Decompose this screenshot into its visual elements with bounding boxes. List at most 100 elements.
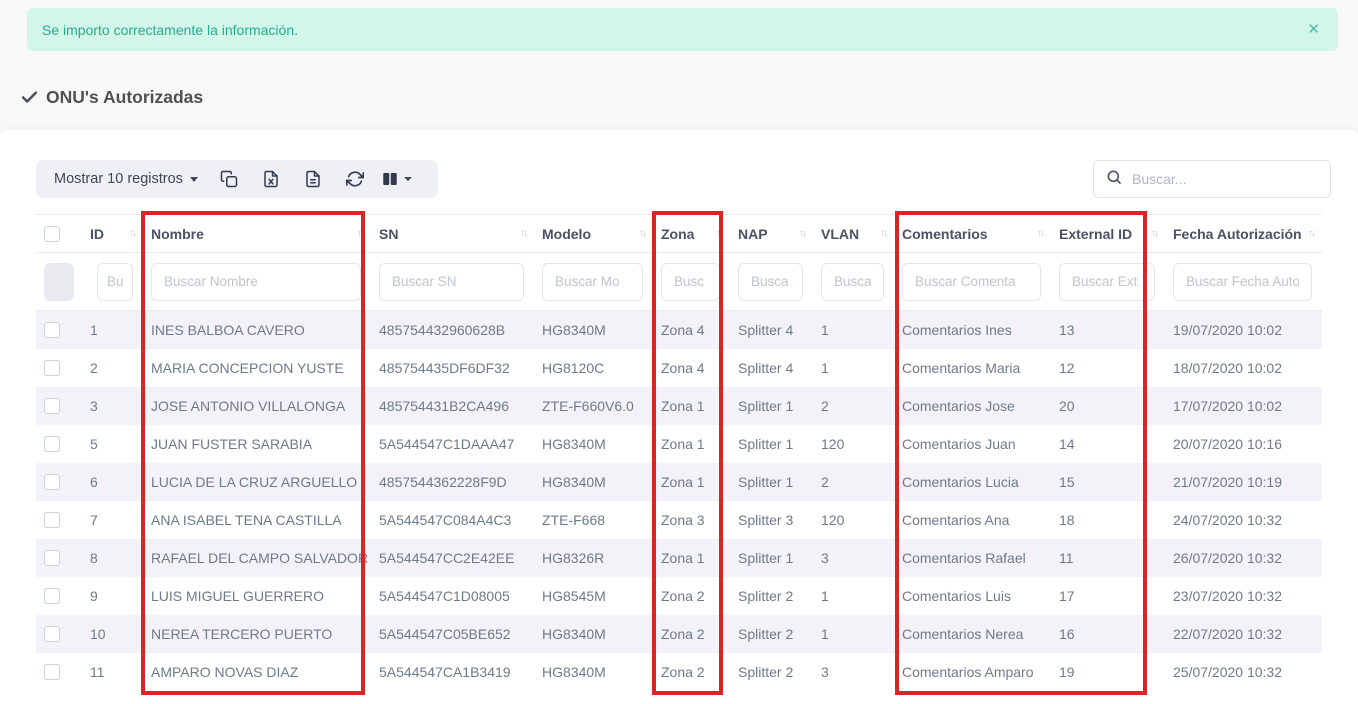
cell-modelo: HG8545M bbox=[534, 577, 653, 615]
column-header-sn[interactable]: SN↑↓ bbox=[371, 215, 534, 253]
cell-nombre: NEREA TERCERO PUERTO bbox=[143, 615, 371, 653]
column-header-zona[interactable]: Zona↑↓ bbox=[653, 215, 730, 253]
select-all-checkbox[interactable] bbox=[44, 226, 60, 242]
cell-external_id: 19 bbox=[1051, 653, 1165, 691]
success-alert: Se importo correctamente la información.… bbox=[27, 8, 1338, 51]
copy-button[interactable] bbox=[208, 160, 250, 198]
row-checkbox[interactable] bbox=[44, 474, 60, 490]
cell-vlan: 2 bbox=[813, 463, 894, 501]
cell-id: 8 bbox=[76, 539, 143, 577]
filter-input-vlan[interactable] bbox=[821, 263, 884, 301]
cell-zona: Zona 3 bbox=[653, 501, 730, 539]
filter-checkbox-cell bbox=[36, 253, 76, 311]
header-row: ID↑↓Nombre↑↓SN↑↓Modelo↑↓Zona↑↓NAP↑↓VLAN↑… bbox=[36, 215, 1322, 253]
sort-icon: ↑↓ bbox=[129, 228, 135, 239]
export-file-button[interactable] bbox=[292, 160, 334, 198]
row-checkbox[interactable] bbox=[44, 436, 60, 452]
cell-vlan: 1 bbox=[813, 349, 894, 387]
sort-icon: ↑↓ bbox=[357, 228, 363, 239]
sort-icon: ↑↓ bbox=[639, 228, 645, 239]
cell-fecha_autorizacion: 18/07/2020 10:02 bbox=[1165, 349, 1322, 387]
filter-input-comentarios[interactable] bbox=[902, 263, 1041, 301]
column-header-modelo[interactable]: Modelo↑↓ bbox=[534, 215, 653, 253]
sort-icon: ↑↓ bbox=[1308, 228, 1314, 239]
cell-modelo: HG8340M bbox=[534, 463, 653, 501]
sort-icon: ↑↓ bbox=[1037, 228, 1043, 239]
refresh-button[interactable] bbox=[334, 160, 376, 198]
cell-fecha_autorizacion: 22/07/2020 10:32 bbox=[1165, 615, 1322, 653]
cell-vlan: 3 bbox=[813, 539, 894, 577]
cell-external_id: 12 bbox=[1051, 349, 1165, 387]
select-all-header-cell bbox=[36, 215, 76, 253]
cell-nap: Splitter 1 bbox=[730, 387, 813, 425]
cell-id: 5 bbox=[76, 425, 143, 463]
filter-input-id[interactable] bbox=[97, 263, 133, 301]
cell-nombre: MARIA CONCEPCION YUSTE bbox=[143, 349, 371, 387]
cell-nap: Splitter 1 bbox=[730, 425, 813, 463]
filter-input-zona[interactable] bbox=[661, 263, 720, 301]
filter-input-fecha_autorizacion[interactable] bbox=[1173, 263, 1312, 301]
cell-zona: Zona 1 bbox=[653, 387, 730, 425]
cell-id: 10 bbox=[76, 615, 143, 653]
search-input[interactable] bbox=[1132, 171, 1318, 187]
cell-sn: 485754432960628B bbox=[371, 311, 534, 349]
filter-row bbox=[36, 253, 1322, 311]
row-checkbox[interactable] bbox=[44, 626, 60, 642]
cell-zona: Zona 1 bbox=[653, 463, 730, 501]
filter-input-modelo[interactable] bbox=[542, 263, 643, 301]
cell-zona: Zona 2 bbox=[653, 653, 730, 691]
sort-icon: ↑↓ bbox=[716, 228, 722, 239]
cell-comentarios: Comentarios Ines bbox=[894, 311, 1051, 349]
cell-nombre: AMPARO NOVAS DIAZ bbox=[143, 653, 371, 691]
cell-zona: Zona 1 bbox=[653, 425, 730, 463]
cell-zona: Zona 4 bbox=[653, 349, 730, 387]
alert-close-button[interactable]: ✕ bbox=[1307, 22, 1320, 37]
global-search bbox=[1093, 160, 1331, 198]
cell-modelo: ZTE-F660V6.0 bbox=[534, 387, 653, 425]
row-checkbox[interactable] bbox=[44, 360, 60, 376]
cell-zona: Zona 4 bbox=[653, 311, 730, 349]
cell-id: 11 bbox=[76, 653, 143, 691]
cell-modelo: HG8340M bbox=[534, 653, 653, 691]
cell-comentarios: Comentarios Rafael bbox=[894, 539, 1051, 577]
cell-nombre: JOSE ANTONIO VILLALONGA bbox=[143, 387, 371, 425]
cell-id: 6 bbox=[76, 463, 143, 501]
column-header-external_id[interactable]: External ID↑↓ bbox=[1051, 215, 1165, 253]
column-header-fecha_autorizacion[interactable]: Fecha Autorización↑↓ bbox=[1165, 215, 1322, 253]
column-header-vlan[interactable]: VLAN↑↓ bbox=[813, 215, 894, 253]
show-entries-dropdown[interactable]: Mostrar 10 registros bbox=[36, 160, 208, 198]
column-header-comentarios[interactable]: Comentarios↑↓ bbox=[894, 215, 1051, 253]
column-header-id[interactable]: ID↑↓ bbox=[76, 215, 143, 253]
filter-input-nombre[interactable] bbox=[151, 263, 361, 301]
row-checkbox[interactable] bbox=[44, 588, 60, 604]
row-checkbox[interactable] bbox=[44, 664, 60, 680]
page-title: ONU's Autorizadas bbox=[20, 87, 203, 108]
table-toolbar: Mostrar 10 registros bbox=[0, 130, 1358, 198]
filter-input-external_id[interactable] bbox=[1059, 263, 1155, 301]
cell-sn: 5A544547C084A4C3 bbox=[371, 501, 534, 539]
cell-modelo: HG8340M bbox=[534, 311, 653, 349]
cell-id: 9 bbox=[76, 577, 143, 615]
chevron-down-icon bbox=[404, 177, 412, 181]
row-checkbox[interactable] bbox=[44, 550, 60, 566]
column-header-nap[interactable]: NAP↑↓ bbox=[730, 215, 813, 253]
row-checkbox[interactable] bbox=[44, 322, 60, 338]
row-checkbox[interactable] bbox=[44, 398, 60, 414]
column-visibility-button[interactable] bbox=[376, 160, 418, 198]
sort-icon: ↑↓ bbox=[1151, 228, 1157, 239]
file-text-icon bbox=[304, 170, 322, 188]
table-row: 1INES BALBOA CAVERO485754432960628BHG834… bbox=[36, 311, 1322, 349]
columns-visibility-icon bbox=[381, 170, 399, 188]
cell-fecha_autorizacion: 25/07/2020 10:32 bbox=[1165, 653, 1322, 691]
filter-input-nap[interactable] bbox=[738, 263, 803, 301]
filter-checkbox-placeholder bbox=[44, 263, 74, 301]
cell-modelo: HG8120C bbox=[534, 349, 653, 387]
cell-sn: 5A544547C05BE652 bbox=[371, 615, 534, 653]
sort-icon: ↑↓ bbox=[799, 228, 805, 239]
row-checkbox[interactable] bbox=[44, 512, 60, 528]
cell-fecha_autorizacion: 19/07/2020 10:02 bbox=[1165, 311, 1322, 349]
cell-sn: 5A544547C1DAAA47 bbox=[371, 425, 534, 463]
filter-input-sn[interactable] bbox=[379, 263, 524, 301]
export-excel-button[interactable] bbox=[250, 160, 292, 198]
column-header-nombre[interactable]: Nombre↑↓ bbox=[143, 215, 371, 253]
